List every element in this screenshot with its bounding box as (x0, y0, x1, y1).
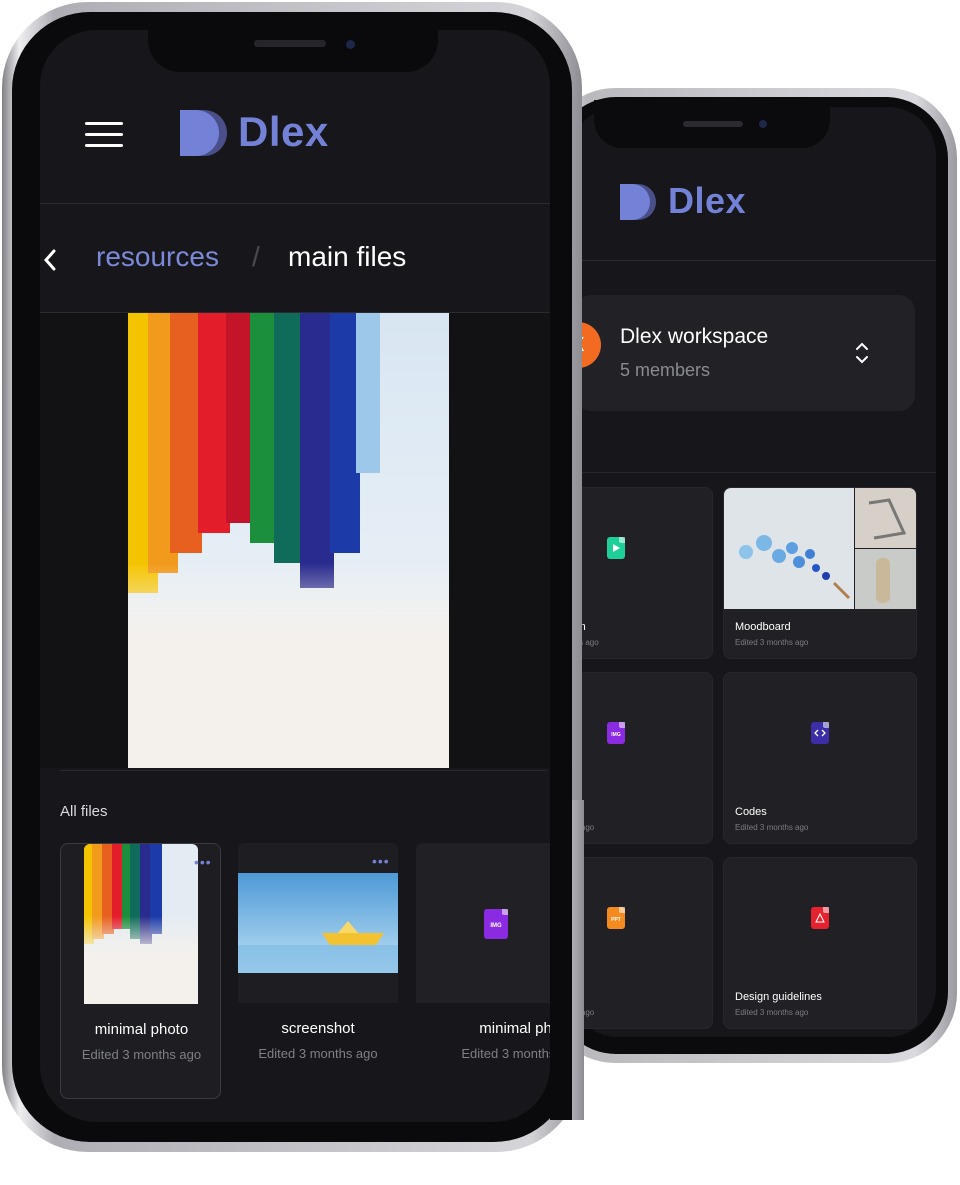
front-phone-edge (572, 800, 584, 1120)
file-thumbnail (84, 844, 198, 1004)
breadcrumb-parent[interactable]: resources (96, 241, 219, 273)
camera-icon (346, 40, 355, 49)
workspace-members: 5 members (620, 360, 711, 380)
workspace-name: Dlex workspace (620, 325, 769, 348)
file-tile[interactable] (560, 487, 713, 659)
tile-name: Codes (735, 806, 767, 818)
section-divider (60, 770, 547, 771)
chevron-up-down-icon[interactable] (848, 338, 876, 368)
code-file-icon (811, 722, 829, 744)
ppt-file-icon: PPT (607, 907, 625, 929)
section-title: All files (60, 803, 108, 820)
menu-icon[interactable] (85, 122, 123, 148)
paint-preview-image[interactable] (128, 313, 449, 768)
file-tile-design-guidelines[interactable] (723, 857, 917, 1029)
file-card[interactable]: ••• screenshot Edited 3 months ago (238, 843, 398, 1099)
file-edited: Edited 3 months ago (81, 1047, 202, 1062)
dlex-logo-icon (178, 108, 228, 158)
file-tile-codes[interactable] (723, 672, 917, 844)
tile-name: Design guidelines (735, 991, 822, 1003)
tile-edited: Edited 3 months ago (735, 823, 809, 832)
dlex-logo-icon (618, 182, 660, 222)
video-file-icon (607, 537, 625, 559)
header-divider (40, 203, 550, 204)
header-divider (570, 260, 936, 261)
breadcrumb-current: main files (288, 241, 407, 272)
tile-edited: Edited 3 months ago (735, 1008, 809, 1017)
tile-edited: Edited 3 months ago (735, 638, 809, 647)
brand-name: Dlex (668, 180, 747, 221)
pdf-file-icon (811, 907, 829, 929)
file-tile-moodboard[interactable] (723, 487, 917, 659)
img-file-icon: IMG (607, 722, 625, 744)
file-card-selected[interactable]: ••• minimal photo Edited 3 months ago (60, 843, 221, 1099)
file-card[interactable]: IMG minimal photo Edited 3 months ago (416, 843, 581, 1099)
camera-icon (759, 120, 767, 128)
more-options-icon[interactable]: ••• (372, 853, 390, 869)
chevron-left-icon[interactable] (40, 247, 60, 273)
file-name: screenshot (281, 1020, 355, 1037)
img-file-icon: IMG (484, 909, 508, 939)
moodboard-thumbnail (724, 488, 916, 609)
brand-name: Dlex (238, 108, 329, 155)
speaker-grille (254, 40, 326, 47)
file-name: minimal photo (94, 1021, 189, 1038)
breadcrumb-separator: / (252, 241, 260, 272)
tile-name: Moodboard (735, 621, 791, 633)
more-options-icon[interactable]: ••• (194, 854, 212, 870)
section-divider (570, 472, 936, 473)
file-edited: Edited 3 months ago (258, 1046, 378, 1061)
speaker-grille (683, 121, 743, 127)
